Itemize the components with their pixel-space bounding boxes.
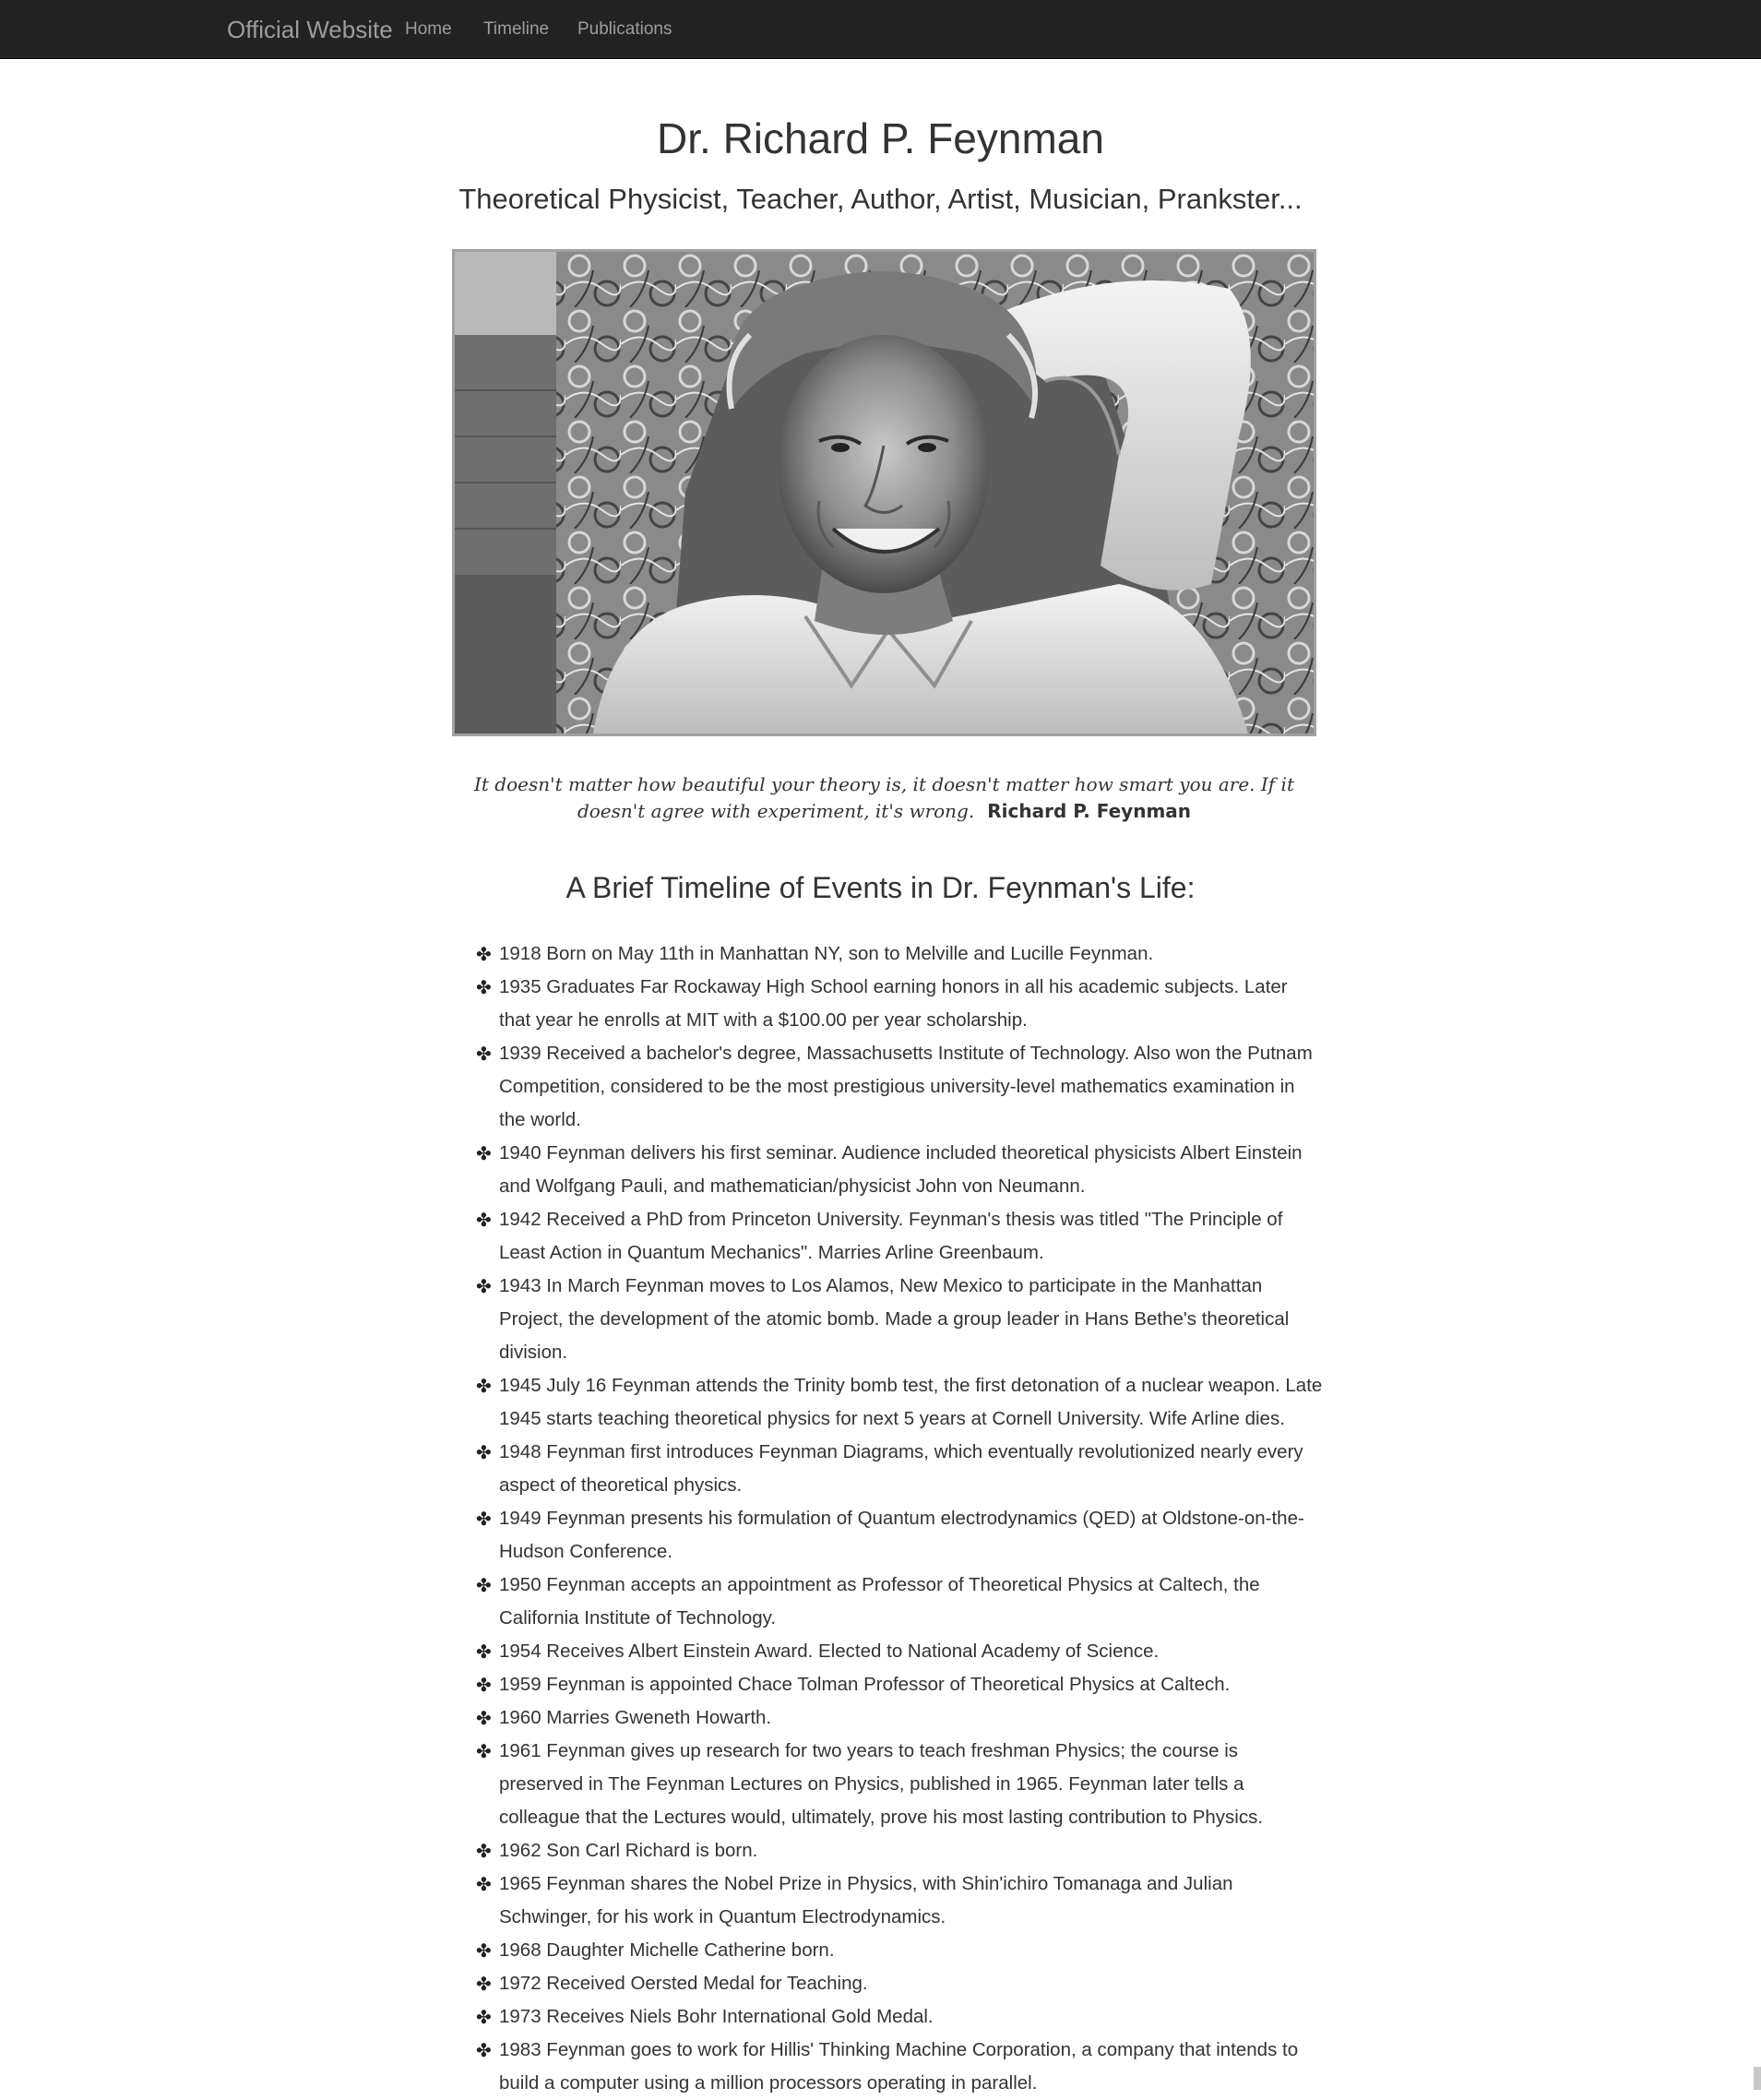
feynman-quote: It doesn't matter how beautiful your the… — [452, 771, 1316, 825]
page-subtitle: Theoretical Physicist, Teacher, Author, … — [458, 183, 1303, 215]
bullet-icon: ✤ — [476, 1873, 492, 1895]
portrait-photo — [452, 249, 1316, 736]
bullet-icon: ✤ — [476, 2006, 492, 2028]
timeline-item-text: 1945 July 16 Feynman attends the Trinity… — [499, 1375, 1323, 1429]
timeline-item-text: 1954 Receives Albert Einstein Award. Ele… — [499, 1641, 1160, 1662]
timeline-item: ✤ 1918 Born on May 11th in Manhattan NY, … — [474, 937, 1323, 971]
timeline-item-text: 1948 Feynman first introduces Feynman Di… — [499, 1441, 1303, 1496]
timeline-item-text: 1972 Received Oersted Medal for Teaching… — [499, 1973, 868, 1994]
bullet-icon: ✤ — [476, 976, 492, 998]
timeline-item-text: 1940 Feynman delivers his first seminar.… — [499, 1142, 1303, 1197]
timeline-item: ✤ 1940 Feynman delivers his first seminar… — [474, 1137, 1323, 1203]
timeline-item: ✤ 1965 Feynman shares the Nobel Prize in … — [474, 1867, 1323, 1934]
bullet-icon: ✤ — [476, 1043, 492, 1065]
timeline-list: ✤ 1918 Born on May 11th in Manhattan NY, … — [474, 937, 1323, 2100]
timeline-item: ✤ 1945 July 16 Feynman attends the Trinit… — [474, 1369, 1323, 1436]
timeline-item: ✤ 1935 Graduates Far Rockaway High School… — [474, 971, 1323, 1037]
timeline-item-text: 1973 Receives Niels Bohr International G… — [499, 2006, 934, 2027]
timeline-item-text: 1935 Graduates Far Rockaway High School … — [499, 976, 1288, 1031]
bullet-icon: ✤ — [476, 1574, 492, 1596]
timeline-item-text: 1950 Feynman accepts an appointment as P… — [499, 1574, 1260, 1629]
bullet-icon: ✤ — [476, 1641, 492, 1663]
timeline-item-text: 1918 Born on May 11th in Manhattan NY, s… — [499, 943, 1154, 964]
timeline-item-text: 1968 Daughter Michelle Catherine born. — [499, 1939, 835, 1961]
bullet-icon: ✤ — [476, 1840, 492, 1862]
bullet-icon: ✤ — [476, 1707, 492, 1729]
bullet-icon: ✤ — [476, 1674, 492, 1696]
timeline-item: ✤ 1949 Feynman presents his formulation o… — [474, 1502, 1323, 1569]
timeline-item: ✤ 1950 Feynman accepts an appointment as … — [474, 1569, 1323, 1635]
timeline-item-text: 1949 Feynman presents his formulation of… — [499, 1508, 1304, 1562]
bullet-icon: ✤ — [476, 943, 492, 965]
timeline-item-text: 1939 Received a bachelor's degree, Massa… — [499, 1043, 1313, 1130]
timeline-item-text: 1942 Received a PhD from Princeton Unive… — [499, 1209, 1283, 1263]
page-title: Dr. Richard P. Feynman — [657, 114, 1104, 162]
brand-link[interactable]: Official Website — [227, 16, 393, 43]
timeline-item-text: 1961 Feynman gives up research for two y… — [499, 1740, 1264, 1828]
timeline-item: ✤ 1961 Feynman gives up research for two … — [474, 1735, 1323, 1834]
nav-link-publications[interactable]: Publications — [577, 19, 672, 40]
timeline-item: ✤ 1960 Marries Gweneth Howarth. — [474, 1701, 1323, 1735]
bullet-icon: ✤ — [476, 1973, 492, 1995]
bullet-icon: ✤ — [476, 1939, 492, 1962]
timeline-item-text: 1960 Marries Gweneth Howarth. — [499, 1707, 772, 1728]
timeline-item: ✤ 1959 Feynman is appointed Chace Tolman … — [474, 1668, 1323, 1701]
timeline-item-text: 1965 Feynman shares the Nobel Prize in P… — [499, 1873, 1233, 1927]
bullet-icon: ✤ — [476, 1375, 492, 1397]
timeline-item-text: 1962 Son Carl Richard is born. — [499, 1840, 758, 1861]
timeline-item-text: 1959 Feynman is appointed Chace Tolman P… — [499, 1674, 1231, 1695]
timeline-item: ✤ 1973 Receives Niels Bohr International … — [474, 2000, 1323, 2034]
bullet-icon: ✤ — [476, 1740, 492, 1762]
timeline-item: ✤ 1939 Received a bachelor's degree, Mass… — [474, 1037, 1323, 1137]
timeline-item: ✤ 1968 Daughter Michelle Catherine born. — [474, 1934, 1323, 1967]
timeline-item-text: 1983 Feynman goes to work for Hillis' Th… — [499, 2039, 1299, 2094]
timeline-item: ✤ 1983 Feynman goes to work for Hillis' T… — [474, 2034, 1323, 2100]
timeline-item: ✤ 1972 Received Oersted Medal for Teachin… — [474, 1967, 1323, 2000]
bullet-icon: ✤ — [476, 1508, 492, 1530]
quote-author: Richard P. Feynman — [987, 800, 1192, 822]
bullet-icon: ✤ — [476, 1142, 492, 1164]
timeline-item: ✤ 1954 Receives Albert Einstein Award. El… — [474, 1635, 1323, 1668]
timeline-item: ✤ 1943 In March Feynman moves to Los Alam… — [474, 1270, 1323, 1369]
top-navbar: Official Website Home Timeline Publicati… — [0, 0, 1761, 59]
timeline-item: ✤ 1948 Feynman first introduces Feynman D… — [474, 1436, 1323, 1502]
timeline-heading: A Brief Timeline of Events in Dr. Feynma… — [565, 871, 1196, 904]
timeline-item: ✤ 1942 Received a PhD from Princeton Univ… — [474, 1203, 1323, 1270]
bullet-icon: ✤ — [476, 2039, 492, 2061]
bullet-icon: ✤ — [476, 1275, 492, 1297]
scrollbar-thumb[interactable] — [1754, 2067, 1761, 2090]
bullet-icon: ✤ — [476, 1441, 492, 1463]
nav-link-timeline[interactable]: Timeline — [483, 19, 549, 40]
timeline-item-text: 1943 In March Feynman moves to Los Alamo… — [499, 1275, 1290, 1363]
nav-link-home[interactable]: Home — [405, 19, 452, 40]
bullet-icon: ✤ — [476, 1209, 492, 1231]
timeline-item: ✤ 1962 Son Carl Richard is born. — [474, 1834, 1323, 1867]
